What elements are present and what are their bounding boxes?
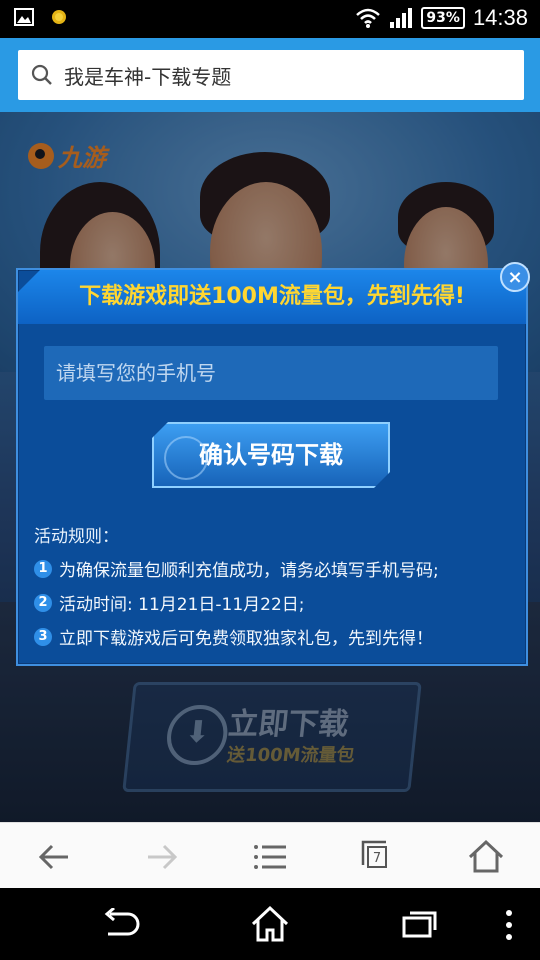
rule-number-badge: 2 — [34, 593, 52, 612]
tabs-button[interactable]: 7 — [358, 837, 398, 877]
forward-icon — [148, 844, 178, 870]
page-title: 我是车神-下载专题 — [64, 64, 232, 89]
phone-number-input[interactable] — [44, 346, 498, 400]
rule-text: 为确保流量包顺利充值成功，请务必填写手机号码; — [59, 561, 439, 581]
gallery-notification-icon — [14, 8, 34, 26]
search-icon — [31, 64, 52, 85]
nav-overflow-icon[interactable] — [502, 908, 516, 942]
signal-icon — [390, 8, 413, 28]
menu-icon — [254, 845, 286, 869]
nav-recents-icon[interactable] — [402, 910, 438, 938]
browser-address-bar: 我是车神-下载专题 — [0, 38, 540, 112]
clock: 14:38 — [472, 5, 528, 30]
home-button[interactable] — [466, 837, 506, 877]
forward-button[interactable] — [142, 837, 182, 877]
home-icon — [468, 839, 504, 873]
confirm-download-label: 确认号码下载 — [199, 441, 343, 469]
tabs-count: 7 — [367, 846, 387, 868]
browser-toolbar: 7 — [0, 822, 540, 889]
nav-home-icon[interactable] — [250, 904, 290, 944]
android-nav-bar — [0, 888, 540, 960]
status-bar: 93% 14:38 — [0, 0, 540, 38]
speedometer-icon — [164, 436, 208, 480]
rule-text: 活动时间: 11月21日-11月22日; — [59, 595, 305, 615]
menu-button[interactable] — [250, 837, 290, 877]
confirm-download-button[interactable]: 确认号码下载 — [152, 422, 390, 488]
address-input[interactable]: 我是车神-下载专题 — [18, 50, 524, 100]
rules-title: 活动规则： — [34, 527, 119, 547]
rule-number-badge: 3 — [34, 627, 52, 646]
nav-back-icon[interactable] — [100, 908, 140, 942]
close-modal-button[interactable]: × — [500, 262, 530, 292]
rule-item: 1 为确保流量包顺利充值成功，请务必填写手机号码; — [34, 556, 439, 581]
rule-text: 立即下载游戏后可免费领取独家礼包，先到先得！ — [59, 629, 433, 649]
back-button[interactable] — [34, 837, 74, 877]
rule-number-badge: 1 — [34, 559, 52, 578]
battery-indicator: 93% — [421, 7, 465, 29]
modal-header: 下载游戏即送100M流量包，先到先得! — [18, 270, 526, 324]
rule-item: 3 立即下载游戏后可免费领取独家礼包，先到先得！ — [34, 624, 433, 649]
download-promo-modal: 下载游戏即送100M流量包，先到先得! 确认号码下载 活动规则： 1 为确保流量… — [16, 268, 528, 666]
wifi-icon — [356, 8, 381, 28]
rule-item: 2 活动时间: 11月21日-11月22日; — [34, 590, 305, 615]
coin-notification-icon — [52, 10, 66, 24]
back-icon — [38, 844, 68, 870]
